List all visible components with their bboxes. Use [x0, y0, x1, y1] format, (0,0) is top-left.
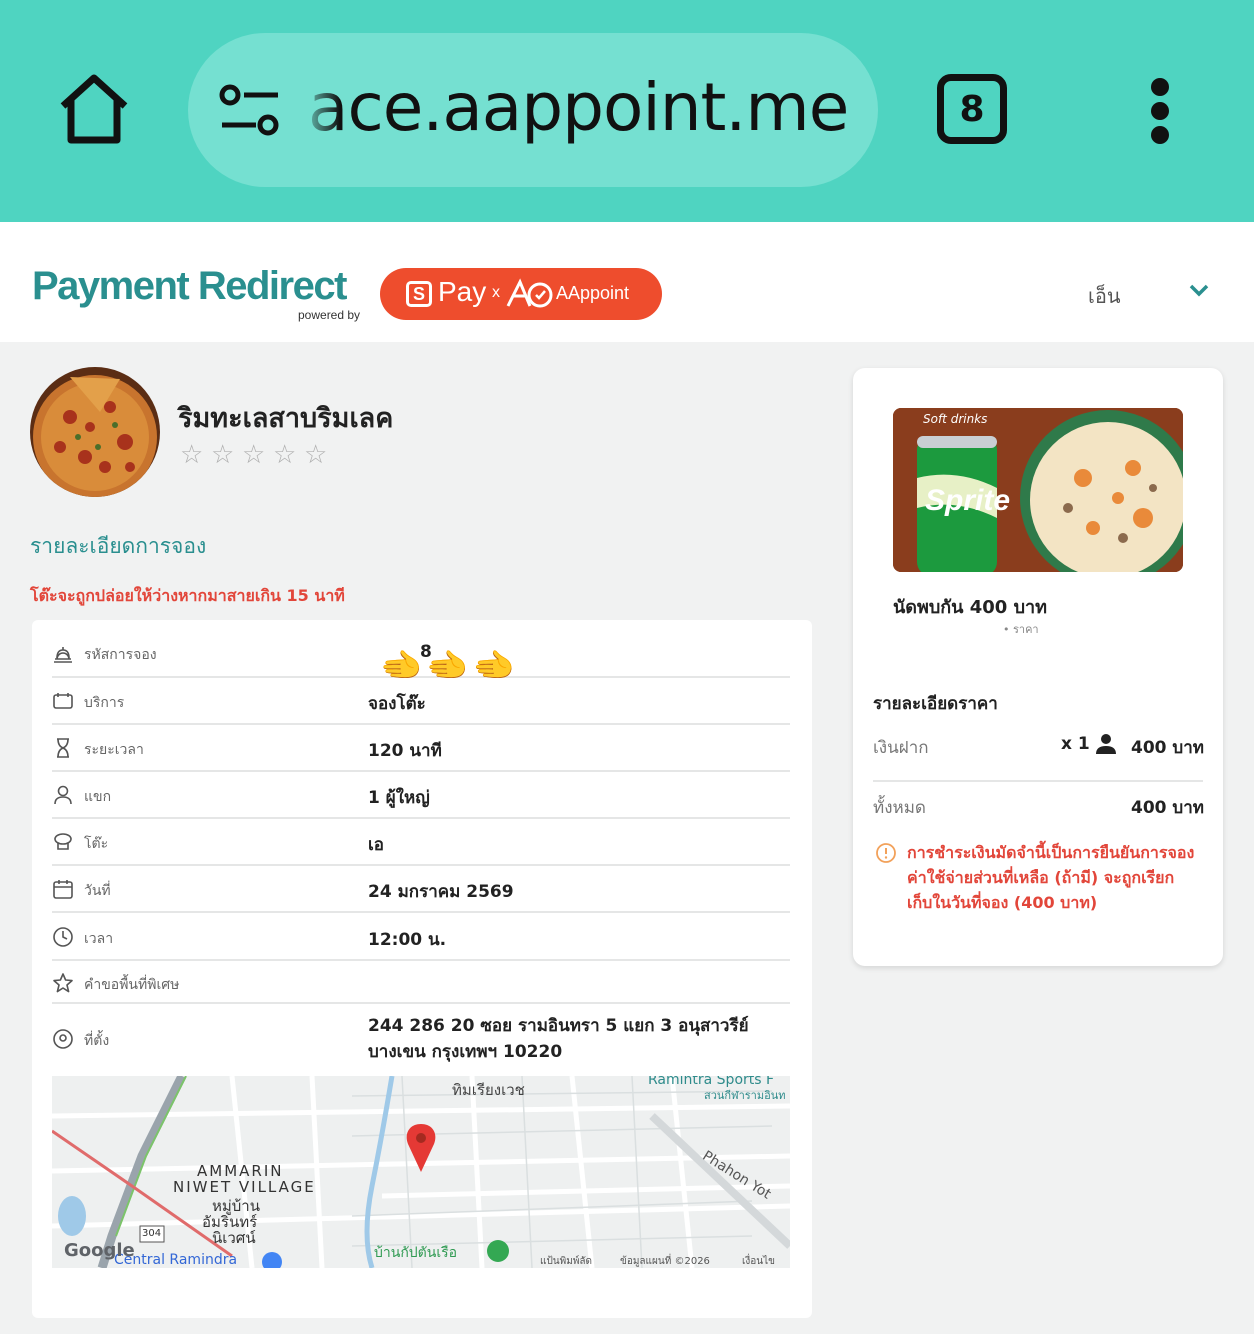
- promo-can-text: Sprite: [925, 484, 1011, 517]
- price-summary-card: Sprite Soft drinks นัดพบกัน 400 บาท • รา…: [853, 368, 1223, 966]
- detail-row-duration: ระยะเวลา 120 นาที: [52, 725, 790, 772]
- route-shield: 304: [142, 1228, 162, 1239]
- detail-value: 1 ผู้ใหญ่: [368, 788, 430, 808]
- restaurant-avatar: [30, 367, 160, 497]
- deposit-amount: 400 บาท: [1131, 738, 1204, 758]
- home-icon[interactable]: [55, 70, 133, 148]
- detail-value: เอ: [368, 835, 385, 855]
- address-bar[interactable]: ace.aappoint.me: [188, 33, 878, 187]
- detail-value: 24 มกราคม 2569: [368, 882, 514, 902]
- url-fade: [300, 53, 340, 163]
- divider: [873, 780, 1203, 782]
- star-icon: ☆: [211, 440, 235, 470]
- location-pin-icon: [53, 1029, 73, 1049]
- info-icon: [876, 843, 896, 863]
- star-icon: ☆: [304, 440, 328, 470]
- restaurant-name: ริมทะเลสาบริมเลค: [178, 403, 394, 434]
- person-icon: [54, 785, 72, 805]
- late-warning: โต๊ะจะถูกปล่อยให้ว่างหากมาสายเกิน 15 นาท…: [30, 586, 345, 605]
- detail-label: เวลา: [84, 931, 114, 947]
- detail-value: 12:00 น.: [368, 930, 447, 950]
- clock-icon: [53, 927, 73, 947]
- site-settings-icon[interactable]: [218, 83, 284, 139]
- aappoint-logo-icon: [506, 278, 553, 308]
- total-amount: 400 บาท: [1131, 798, 1204, 818]
- map-streets: [52, 1076, 790, 1268]
- address-value: 244 286 20 ซอย รามอินทรา 5 แยก 3 อนุสาวร…: [368, 1013, 749, 1065]
- detail-row-table: โต๊ะ เอ: [52, 819, 790, 866]
- detail-value: 120 นาที: [368, 741, 442, 761]
- price-details-title: รายละเอียดราคา: [873, 694, 998, 714]
- detail-value: จองโต๊ะ: [368, 694, 426, 714]
- brand-title: Payment Redirect: [32, 264, 347, 308]
- detail-row-service: บริการ จองโต๊ะ: [52, 678, 790, 725]
- map-shortcuts-link[interactable]: แป้นพิมพ์ลัด: [540, 1254, 592, 1268]
- language-select[interactable]: เอ็น: [1088, 280, 1121, 312]
- map-label: นิเวศน์: [212, 1229, 256, 1247]
- detail-row-time: เวลา 12:00 น.: [52, 913, 790, 961]
- powered-by-label: powered by: [298, 308, 361, 322]
- hourglass-icon: [57, 738, 69, 758]
- person-icon: [1096, 734, 1116, 754]
- detail-label: บริการ: [84, 695, 125, 711]
- location-map[interactable]: AMMARIN NIWET VILLAGE หมู่บ้าน อัมรินทร์…: [52, 1076, 790, 1268]
- map-terms-link[interactable]: เงื่อนไข: [742, 1254, 775, 1268]
- detail-label: แขก: [84, 789, 112, 805]
- more-menu-icon[interactable]: [1140, 76, 1180, 146]
- calendar-icon: [53, 880, 73, 899]
- star-icon: ☆: [242, 440, 266, 470]
- detail-row-guests: แขก 1 ผู้ใหญ่: [52, 772, 790, 819]
- detail-label: รหัสการจอง: [84, 647, 157, 663]
- spay-text: Pay: [438, 276, 487, 307]
- detail-row-booking-code: รหัสการจอง 8 🫲🫲🫲: [52, 632, 790, 686]
- table-icon: [54, 833, 72, 850]
- aappoint-text: AAppoint: [556, 283, 630, 303]
- url-text: ace.aappoint.me: [308, 69, 849, 146]
- google-logo: Google: [64, 1240, 135, 1261]
- tab-switcher-button[interactable]: 8: [937, 74, 1007, 144]
- deposit-label: เงินฝาก: [873, 738, 929, 758]
- deposit-notice: การชำระเงินมัดจำนี้เป็นการยืนยันการจอง ค…: [907, 843, 1195, 912]
- detail-label: ที่ตั้ง: [84, 1033, 110, 1049]
- x-text: x: [492, 284, 500, 301]
- address-line-2: บางเขน กรุงเทพฯ 10220: [368, 1042, 563, 1062]
- promo-banner-text: Soft drinks: [923, 412, 988, 426]
- booking-details-card: รหัสการจอง 8 🫲🫲🫲 บริการ จองโต๊ะ ระยะเวลา…: [32, 620, 812, 1318]
- app-header: Payment Redirect powered by S Pay x AApp…: [0, 222, 1254, 342]
- detail-label: คำขอพื้นที่พิเศษ: [84, 977, 180, 993]
- map-label: สวนกีฬารามอินท: [704, 1089, 786, 1102]
- star-icon: ☆: [273, 440, 297, 470]
- detail-row-date: วันที่ 24 มกราคม 2569: [52, 866, 790, 913]
- detail-row-special-request: คำขอพื้นที่พิเศษ: [52, 961, 790, 1004]
- map-data-label: ข้อมูลแผนที่ ©2026: [620, 1256, 710, 1267]
- address-line-1: 244 286 20 ซอย รามอินทรา 5 แยก 3 อนุสาวร…: [368, 1016, 749, 1036]
- booking-section-title: รายละเอียดการจอง: [30, 534, 207, 558]
- calendar-service-icon: [53, 693, 73, 709]
- bell-icon: [54, 647, 72, 663]
- shopee-icon: S: [406, 281, 432, 307]
- map-label: บ้านกัปตันเรือ: [374, 1245, 458, 1261]
- promo-sub: • ราคา: [1003, 623, 1039, 636]
- promo-name: นัดพบกัน 400 บาท: [893, 597, 1047, 618]
- promo-image: Sprite Soft drinks: [893, 408, 1183, 572]
- browser-toolbar: ace.aappoint.me 8: [0, 0, 1254, 222]
- rating-stars: ☆ ☆ ☆ ☆ ☆: [180, 440, 330, 470]
- detail-label: วันที่: [84, 883, 111, 899]
- star-icon: ☆: [180, 440, 204, 470]
- detail-label: โต๊ะ: [84, 836, 109, 852]
- chevron-down-icon[interactable]: [1188, 282, 1210, 298]
- total-label: ทั้งหมด: [873, 798, 926, 818]
- detail-row-location: ที่ตั้ง 244 286 20 ซอย รามอินทรา 5 แยก 3…: [52, 1004, 790, 1074]
- star-outline-icon: [53, 973, 73, 993]
- detail-label: ระยะเวลา: [84, 742, 144, 758]
- deposit-quantity: x 1: [1061, 734, 1090, 754]
- map-label: ทิมเรียงเวช: [452, 1081, 525, 1099]
- partner-logo: S Pay x AAppoint: [380, 268, 662, 320]
